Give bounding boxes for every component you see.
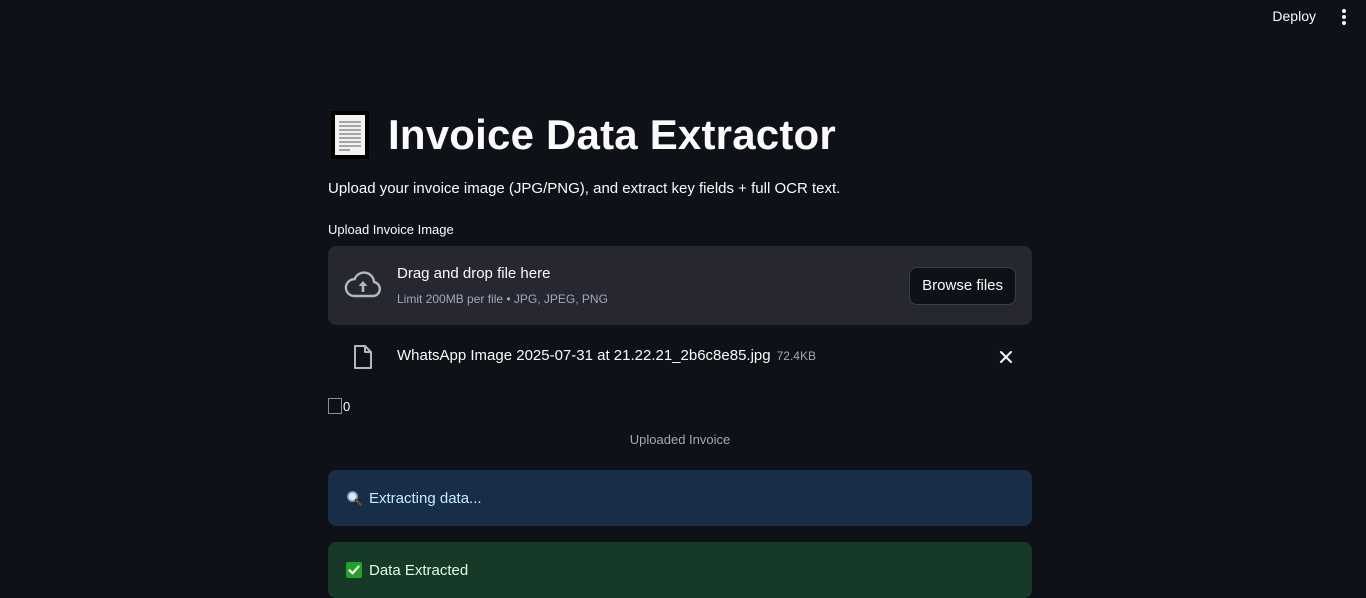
file-dropzone[interactable]: Drag and drop file here Limit 200MB per … xyxy=(328,246,1032,325)
image-alt-text: 0 xyxy=(343,398,351,414)
file-name-text: WhatsApp Image 2025-07-31 at 21.22.21_2b… xyxy=(397,347,771,364)
file-size: 72.4KB xyxy=(776,349,816,363)
info-alert-text: Extracting data... xyxy=(369,489,482,507)
success-alert-text: Data Extracted xyxy=(369,561,469,579)
dropzone-limit-text: Limit 200MB per file • JPG, JPEG, PNG xyxy=(397,292,608,306)
kebab-menu-icon[interactable] xyxy=(1336,8,1352,26)
uploaded-invoice-image: 0 xyxy=(328,398,350,414)
top-bar: Deploy xyxy=(0,0,1366,34)
close-icon[interactable] xyxy=(996,347,1016,367)
page-title: Invoice Data Extractor xyxy=(388,111,836,158)
cloud-upload-icon xyxy=(344,270,382,300)
check-mark-icon xyxy=(346,562,362,578)
dropzone-title: Drag and drop file here xyxy=(397,265,551,282)
magnifying-glass-icon xyxy=(346,490,362,506)
browse-files-button[interactable]: Browse files xyxy=(909,267,1016,305)
success-alert: Data Extracted xyxy=(328,542,1032,598)
deploy-button[interactable]: Deploy xyxy=(1272,8,1316,24)
file-icon xyxy=(352,344,374,370)
uploader-label: Upload Invoice Image xyxy=(328,222,454,237)
page-subtitle: Upload your invoice image (JPG/PNG), and… xyxy=(328,180,841,197)
title-row: Invoice Data Extractor xyxy=(328,106,836,164)
uploaded-file-row: WhatsApp Image 2025-07-31 at 21.22.21_2b… xyxy=(328,340,1032,374)
image-caption: Uploaded Invoice xyxy=(629,432,731,447)
info-alert: Extracting data... xyxy=(328,470,1032,526)
uploaded-file-name: WhatsApp Image 2025-07-31 at 21.22.21_2b… xyxy=(397,347,816,364)
broken-image-icon xyxy=(328,398,342,414)
page-facing-up-icon xyxy=(328,110,372,160)
